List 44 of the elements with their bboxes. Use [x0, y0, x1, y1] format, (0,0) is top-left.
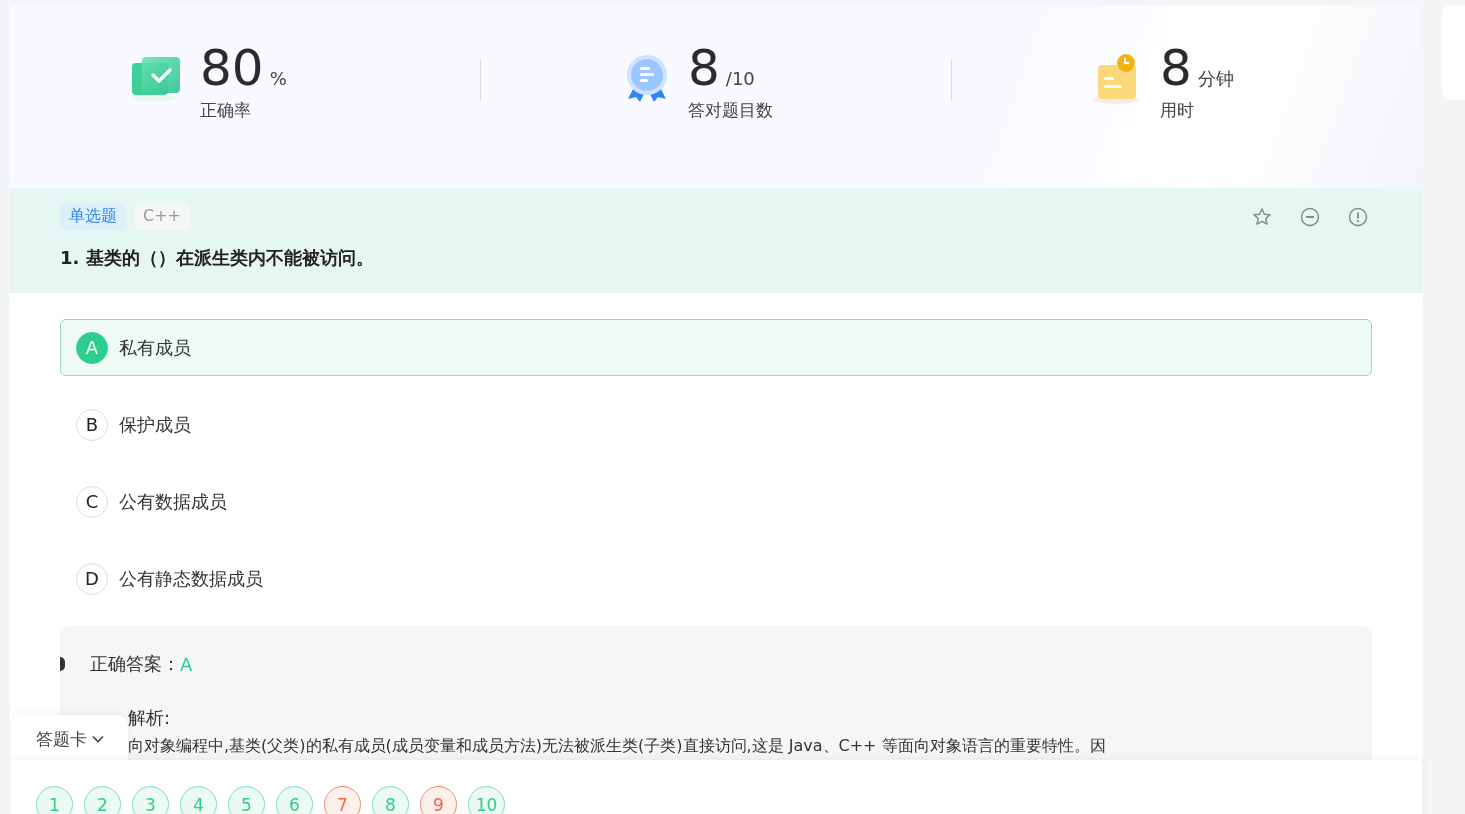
question-number[interactable]: 4	[180, 786, 217, 814]
stat-value: 8	[1160, 43, 1192, 93]
question-number[interactable]: 5	[228, 786, 265, 814]
question-tag: 单选题	[60, 203, 126, 230]
answer-option[interactable]: A 私有成员	[60, 319, 1372, 376]
answer-option[interactable]: B 保护成员	[60, 396, 1372, 453]
stat-unit: /10	[725, 68, 755, 89]
option-text: 保护成员	[119, 412, 191, 437]
stat-label: 正确率	[200, 99, 252, 122]
answer-value: A	[180, 653, 193, 675]
analysis-text: 向对象编程中,基类(父类)的私有成员(成员变量和成员方法)无法被派生类(子类)直接访问,这是 Java、C++ 等面向对象语言的重要特性。因	[128, 736, 1107, 757]
option-letter: B	[76, 408, 108, 441]
star-icon[interactable]	[1252, 206, 1272, 227]
answer-card-title: 答题卡	[35, 727, 87, 751]
stat-value: 80	[200, 43, 264, 93]
question-title: 1. 基类的（）在派生类内不能被访问。	[60, 246, 375, 270]
question-number[interactable]: 1	[36, 786, 73, 814]
question-number[interactable]: 8	[372, 786, 409, 814]
stat-unit: 分钟	[1197, 67, 1234, 91]
minus-circle-icon[interactable]	[1300, 206, 1320, 227]
answer-label: 正确答案：	[90, 652, 180, 676]
question-number[interactable]: 6	[276, 786, 313, 814]
answer-option[interactable]: C 公有数据成员	[60, 473, 1372, 530]
answer-option[interactable]: D 公有静态数据成员	[60, 550, 1372, 607]
question-number[interactable]: 7	[324, 786, 361, 814]
option-letter: C	[76, 485, 108, 518]
analysis-label: 解析:	[128, 706, 172, 730]
option-text: 私有成员	[119, 335, 191, 360]
question-number[interactable]: 2	[84, 786, 121, 814]
stat-label: 答对题目数	[688, 99, 774, 122]
award-medal-icon	[624, 53, 670, 103]
question-number[interactable]: 10	[468, 786, 505, 814]
stat-unit: %	[269, 68, 287, 89]
option-letter: D	[76, 562, 108, 595]
stat-value: 8	[688, 43, 720, 93]
question-number[interactable]: 3	[132, 786, 169, 814]
stat-label: 用时	[1160, 99, 1195, 122]
question-tag: C++	[134, 203, 190, 230]
warning-circle-icon[interactable]	[1348, 206, 1368, 227]
option-letter: A	[76, 331, 108, 364]
answer-card-tab[interactable]: 答题卡	[12, 715, 128, 763]
question-number[interactable]: 9	[420, 786, 457, 814]
option-text: 公有静态数据成员	[119, 566, 263, 591]
option-text: 公有数据成员	[119, 489, 227, 514]
